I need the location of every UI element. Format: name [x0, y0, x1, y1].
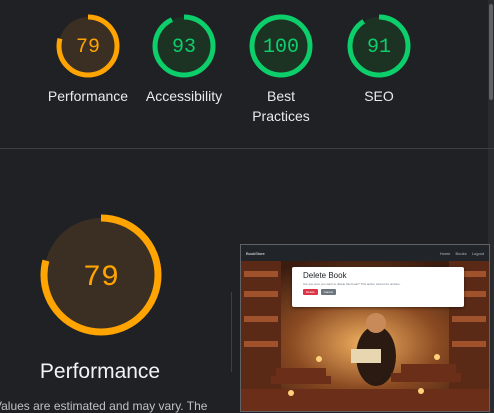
nav-link: Logout: [471, 250, 484, 256]
delete-book-modal: Delete Book Are you sure you want to del…: [292, 267, 464, 307]
gauge-seo-ring: 91: [347, 14, 411, 78]
gauge-score: 91: [367, 36, 391, 59]
site-navbar: BookStore Home Books Logout: [241, 245, 489, 261]
gauge-label: Best Practices: [252, 88, 310, 124]
estimate-note: Values are estimated and may vary. The: [0, 399, 208, 413]
gauge-label: Accessibility: [145, 88, 223, 104]
main-gauge-score: 79: [83, 261, 119, 295]
gauge-best-practices-ring: 100: [249, 14, 313, 78]
section-separator: [231, 292, 232, 372]
gauge-performance[interactable]: 79 Performance: [38, 12, 138, 106]
modal-text: Are you sure you want to delete this boo…: [303, 282, 401, 286]
gauge-accessibility-ring: 93: [152, 14, 216, 78]
site-brand: BookStore: [246, 250, 265, 256]
gauge-score: 79: [76, 36, 100, 59]
modal-title: Delete Book: [303, 271, 347, 280]
modal-buttons: Delete Cancel: [303, 289, 453, 295]
final-screenshot-thumbnail[interactable]: BookStore Home Books Logout Delete Book …: [240, 244, 490, 412]
gauge-label: Performance: [47, 88, 129, 104]
site-nav-links: Home Books Logout: [436, 251, 484, 256]
main-performance-gauge: 79: [40, 214, 162, 336]
gauge-score: 100: [263, 36, 299, 59]
score-gauges: 79 Performance 93 Accessibility 100 Best…: [0, 0, 494, 150]
gauge-score: 93: [172, 36, 196, 59]
nav-link: Books: [455, 250, 467, 256]
gauge-label: SEO: [364, 88, 394, 104]
gauge-seo[interactable]: 91 SEO: [329, 12, 429, 106]
cancel-button[interactable]: Cancel: [320, 289, 337, 295]
nav-link: Home: [439, 250, 451, 256]
gauge-best-practices[interactable]: 100 Best Practices: [231, 12, 331, 126]
gauge-performance-ring: 79: [56, 14, 120, 78]
gauge-accessibility[interactable]: 93 Accessibility: [134, 12, 234, 106]
main-gauge-label: Performance: [39, 360, 161, 383]
section-divider: [0, 148, 494, 149]
delete-button[interactable]: Delete: [303, 289, 318, 295]
